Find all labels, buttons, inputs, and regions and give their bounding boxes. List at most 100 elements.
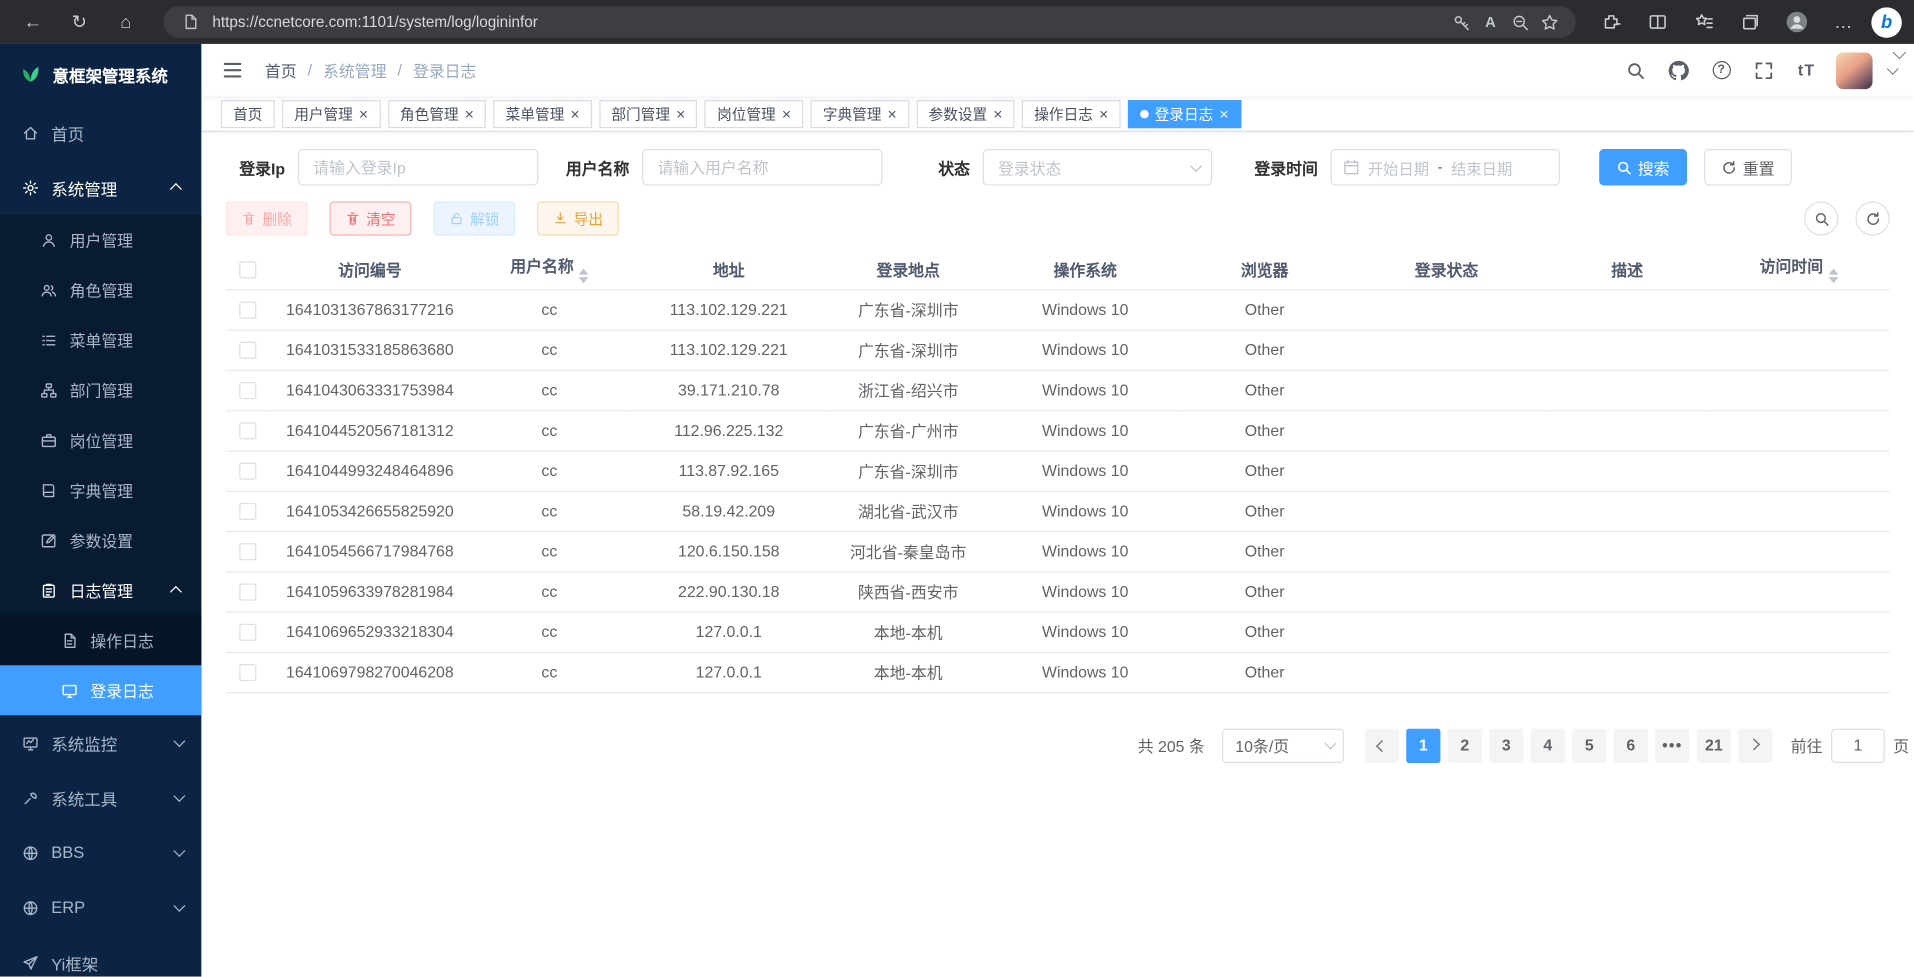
site-info-icon[interactable]: [176, 9, 205, 36]
start-date-placeholder[interactable]: 开始日期: [1368, 156, 1429, 179]
row-checkbox[interactable]: [239, 342, 256, 359]
font-size-icon[interactable]: tT: [1793, 57, 1820, 84]
sidebar-item-param-settings[interactable]: 参数设置: [0, 515, 201, 565]
sidebar-item-dept-mgmt[interactable]: 部门管理: [0, 365, 201, 415]
sidebar-item-yi-framework[interactable]: Yi框架: [0, 935, 201, 977]
help-icon[interactable]: ?: [1708, 57, 1735, 84]
close-icon[interactable]: ×: [359, 106, 368, 122]
goto-page-input[interactable]: [1831, 728, 1885, 762]
fullscreen-icon[interactable]: [1750, 57, 1777, 84]
row-checkbox[interactable]: [239, 423, 256, 440]
collections-icon[interactable]: [1732, 5, 1769, 39]
browser-home-button[interactable]: ⌂: [107, 5, 144, 39]
close-icon[interactable]: ×: [570, 106, 579, 122]
prev-page-button[interactable]: [1365, 728, 1399, 762]
select-all-checkbox[interactable]: [239, 261, 256, 278]
col-time[interactable]: 访问时间: [1708, 249, 1890, 289]
key-icon[interactable]: [1447, 9, 1476, 36]
page-button-6[interactable]: 6: [1614, 728, 1648, 762]
row-checkbox[interactable]: [239, 503, 256, 520]
sidebar-item-home[interactable]: 首页: [0, 105, 201, 160]
unlock-button[interactable]: 解锁: [433, 201, 515, 235]
date-range-picker[interactable]: 开始日期 - 结束日期: [1330, 149, 1559, 186]
bing-chat-icon[interactable]: b: [1871, 7, 1902, 38]
github-icon[interactable]: [1665, 57, 1692, 84]
refresh-table-button[interactable]: [1855, 201, 1889, 235]
sidebar-item-log-mgmt[interactable]: 日志管理: [0, 565, 201, 615]
sort-icon[interactable]: [1828, 269, 1838, 284]
page-button-3[interactable]: 3: [1489, 728, 1523, 762]
reset-button[interactable]: 重置: [1704, 149, 1792, 186]
delete-button[interactable]: 删除: [226, 201, 308, 235]
close-icon[interactable]: ×: [676, 106, 685, 122]
search-submit-button[interactable]: 搜索: [1599, 149, 1687, 186]
sidebar-item-user-mgmt[interactable]: 用户管理: [0, 215, 201, 265]
close-icon[interactable]: ×: [1099, 106, 1108, 122]
close-icon[interactable]: ×: [465, 106, 474, 122]
breadcrumb-home[interactable]: 首页: [265, 59, 297, 82]
page-button-4[interactable]: 4: [1531, 728, 1565, 762]
favorites-icon[interactable]: [1686, 5, 1723, 39]
sidebar-item-erp[interactable]: ERP: [0, 880, 201, 935]
row-checkbox[interactable]: [239, 463, 256, 480]
status-select[interactable]: 登录状态: [982, 149, 1211, 186]
close-icon[interactable]: ×: [1219, 106, 1228, 122]
toggle-search-button[interactable]: [1804, 201, 1838, 235]
split-screen-icon[interactable]: [1639, 5, 1676, 39]
search-icon[interactable]: [1622, 57, 1649, 84]
sidebar-item-login-log[interactable]: 登录日志: [0, 665, 201, 715]
browser-refresh-button[interactable]: ↻: [61, 5, 98, 39]
read-aloud-icon[interactable]: A: [1476, 9, 1505, 36]
sidebar-item-system-mgmt[interactable]: 系统管理: [0, 160, 201, 215]
next-page-button[interactable]: [1738, 728, 1772, 762]
sort-icon[interactable]: [579, 269, 589, 284]
avatar-caret-icon[interactable]: [1887, 62, 1899, 74]
zoom-out-icon[interactable]: [1505, 9, 1534, 36]
page-button-5[interactable]: 5: [1572, 728, 1606, 762]
row-checkbox[interactable]: [239, 584, 256, 601]
tab-operation-log[interactable]: 操作日志×: [1022, 99, 1120, 127]
clear-button[interactable]: 清空: [330, 201, 412, 235]
end-date-placeholder[interactable]: 结束日期: [1451, 156, 1512, 179]
export-button[interactable]: 导出: [537, 201, 619, 235]
sidebar-item-bbs[interactable]: BBS: [0, 825, 201, 880]
settings-more-icon[interactable]: …: [1825, 5, 1862, 39]
user-name-input[interactable]: [642, 149, 882, 186]
page-button-1[interactable]: 1: [1406, 728, 1440, 762]
page-button-2[interactable]: 2: [1448, 728, 1482, 762]
address-bar[interactable]: https://ccnetcore.com:1101/system/log/lo…: [164, 6, 1576, 38]
sidebar-item-operation-log[interactable]: 操作日志: [0, 615, 201, 665]
sidebar-item-dict-mgmt[interactable]: 字典管理: [0, 465, 201, 515]
close-icon[interactable]: ×: [782, 106, 791, 122]
tab-home[interactable]: 首页: [221, 99, 275, 127]
row-checkbox[interactable]: [239, 302, 256, 319]
tab-login-log[interactable]: 登录日志×: [1128, 99, 1241, 127]
page-size-select[interactable]: 10条/页: [1222, 728, 1344, 762]
sidebar-item-system-tools[interactable]: 系统工具: [0, 770, 201, 825]
tab-role-mgmt[interactable]: 角色管理×: [388, 99, 486, 127]
tab-dict-mgmt[interactable]: 字典管理×: [811, 99, 909, 127]
tab-dept-mgmt[interactable]: 部门管理×: [599, 99, 697, 127]
close-icon[interactable]: ×: [888, 106, 897, 122]
profile-icon[interactable]: [1779, 5, 1816, 39]
row-checkbox[interactable]: [239, 664, 256, 681]
more-pages-button[interactable]: •••: [1655, 728, 1689, 762]
sidebar-item-menu-mgmt[interactable]: 菜单管理: [0, 315, 201, 365]
tab-user-mgmt[interactable]: 用户管理×: [282, 99, 380, 127]
address-url[interactable]: https://ccnetcore.com:1101/system/log/lo…: [212, 13, 1439, 30]
tab-menu-mgmt[interactable]: 菜单管理×: [493, 99, 591, 127]
tab-param-settings[interactable]: 参数设置×: [916, 99, 1014, 127]
sidebar-item-system-monitor[interactable]: 系统监控: [0, 715, 201, 770]
app-logo[interactable]: 意框架管理系统: [0, 44, 201, 105]
favorite-add-icon[interactable]: [1534, 9, 1563, 36]
sidebar-item-role-mgmt[interactable]: 角色管理: [0, 265, 201, 315]
user-avatar[interactable]: [1836, 52, 1873, 89]
row-checkbox[interactable]: [239, 624, 256, 641]
page-button-21[interactable]: 21: [1697, 728, 1731, 762]
tab-post-mgmt[interactable]: 岗位管理×: [705, 99, 803, 127]
sidebar-item-post-mgmt[interactable]: 岗位管理: [0, 415, 201, 465]
collapse-sidebar-icon[interactable]: [219, 57, 246, 84]
close-icon[interactable]: ×: [993, 106, 1002, 122]
login-ip-input[interactable]: [297, 149, 537, 186]
col-user-name[interactable]: 用户名称: [470, 249, 629, 289]
